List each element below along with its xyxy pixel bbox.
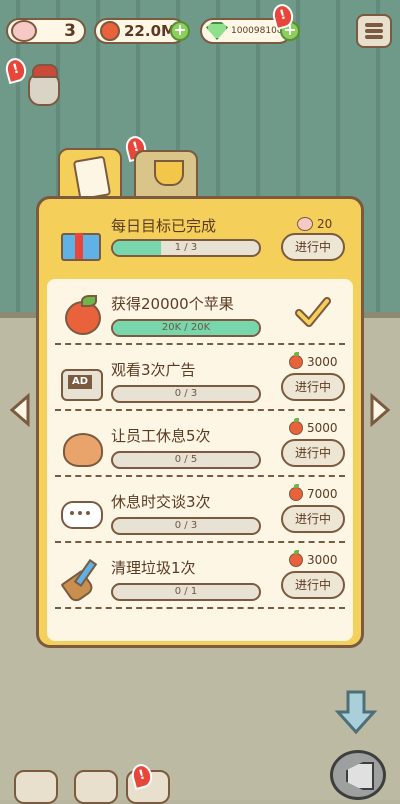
task-title: 让员工休息5次 (111, 427, 211, 445)
row-divider (55, 343, 345, 345)
header-progress-text: 1 / 3 (174, 242, 198, 253)
task-progress-text: 0 / 1 (174, 586, 198, 597)
apple-total: 22.0M (124, 22, 176, 40)
header-progress-bar: 1 / 3 (111, 239, 261, 257)
task-progress-text: 0 / 3 (174, 520, 198, 531)
task-reward-value: 3000 (307, 553, 338, 567)
row-divider (55, 607, 345, 609)
bottom-shortcut-button[interactable] (74, 770, 118, 804)
checkmark-icon (295, 297, 331, 329)
header-title: 每日目标已完成 (111, 217, 217, 235)
task-title: 休息时交谈3次 (111, 493, 211, 511)
ad-tv-icon: AD (61, 361, 103, 401)
clipboard-icon (72, 155, 112, 201)
row-divider (55, 409, 345, 411)
row-divider (55, 541, 345, 543)
gem-icon (206, 22, 228, 40)
apple-icon (61, 295, 101, 335)
task-progress-bar: 0 / 1 (111, 583, 261, 601)
task-row: 让员工休息5次 0 / 5 5000 进行中 (47, 415, 353, 481)
task-progress-bar: 0 / 3 (111, 517, 261, 535)
task-progress-bar: 0 / 3 (111, 385, 261, 403)
menu-button[interactable] (356, 14, 392, 48)
bread-icon (61, 427, 103, 467)
arrow-left-button[interactable] (8, 392, 32, 428)
tab-achievements[interactable] (134, 150, 198, 198)
task-status-button[interactable]: 进行中 (281, 505, 345, 533)
task-status-button[interactable]: 进行中 (281, 439, 345, 467)
arrow-right-button[interactable] (368, 392, 392, 428)
apple-icon (100, 21, 120, 41)
task-title: 观看3次广告 (111, 361, 196, 379)
download-arrow-icon[interactable] (334, 690, 378, 736)
task-reward: 3000 (289, 352, 338, 369)
paw-icon (297, 217, 313, 231)
task-title: 获得20000个苹果 (111, 295, 234, 313)
cat-character-icon[interactable] (24, 64, 60, 106)
task-progress-text: 20K / 20K (161, 322, 211, 333)
task-reward-value: 5000 (307, 421, 338, 435)
header-status-button[interactable]: 进行中 (281, 233, 345, 261)
gift-box-icon (61, 225, 101, 261)
daily-goals-panel: 每日目标已完成 20 1 / 3 进行中 获得20000个苹果 20K / 20K… (36, 196, 364, 648)
task-row: 清理垃圾1次 0 / 1 3000 进行中 (47, 547, 353, 613)
broom-icon (60, 558, 101, 605)
task-title: 清理垃圾1次 (111, 559, 196, 577)
header-reward: 20 (297, 217, 332, 231)
paw-count: 3 (64, 21, 76, 41)
task-status-button[interactable]: 进行中 (281, 571, 345, 599)
megaphone-button[interactable] (326, 746, 388, 800)
task-status-button[interactable]: 进行中 (281, 373, 345, 401)
task-reward-value: 3000 (307, 355, 338, 369)
paw-counter: 3 (6, 18, 86, 44)
task-reward-value: 7000 (307, 487, 338, 501)
paw-icon (11, 20, 37, 42)
chat-bubble-icon (61, 493, 103, 533)
add-apples-button[interactable]: + (170, 21, 190, 41)
row-divider (55, 475, 345, 477)
header-reward-value: 20 (317, 217, 333, 231)
task-row: 休息时交谈3次 0 / 3 7000 进行中 (47, 481, 353, 547)
task-reward: 5000 (289, 418, 338, 435)
bottom-shortcut-button[interactable] (14, 770, 58, 804)
task-progress-text: 0 / 5 (174, 454, 198, 465)
task-progress-text: 0 / 3 (174, 388, 198, 399)
apple-icon (289, 418, 303, 435)
task-row: 获得20000个苹果 20K / 20K (47, 283, 353, 349)
apple-icon (289, 550, 303, 567)
task-row: AD 观看3次广告 0 / 3 3000 进行中 (47, 349, 353, 415)
task-reward: 3000 (289, 550, 338, 567)
task-reward: 7000 (289, 484, 338, 501)
apple-icon (289, 484, 303, 501)
task-list: 获得20000个苹果 20K / 20K AD 观看3次广告 0 / 3 3000 进行中让… (47, 279, 353, 641)
task-progress-bar: 20K / 20K (111, 319, 261, 337)
apple-icon (289, 352, 303, 369)
trophy-icon (154, 160, 184, 186)
task-progress-bar: 0 / 5 (111, 451, 261, 469)
